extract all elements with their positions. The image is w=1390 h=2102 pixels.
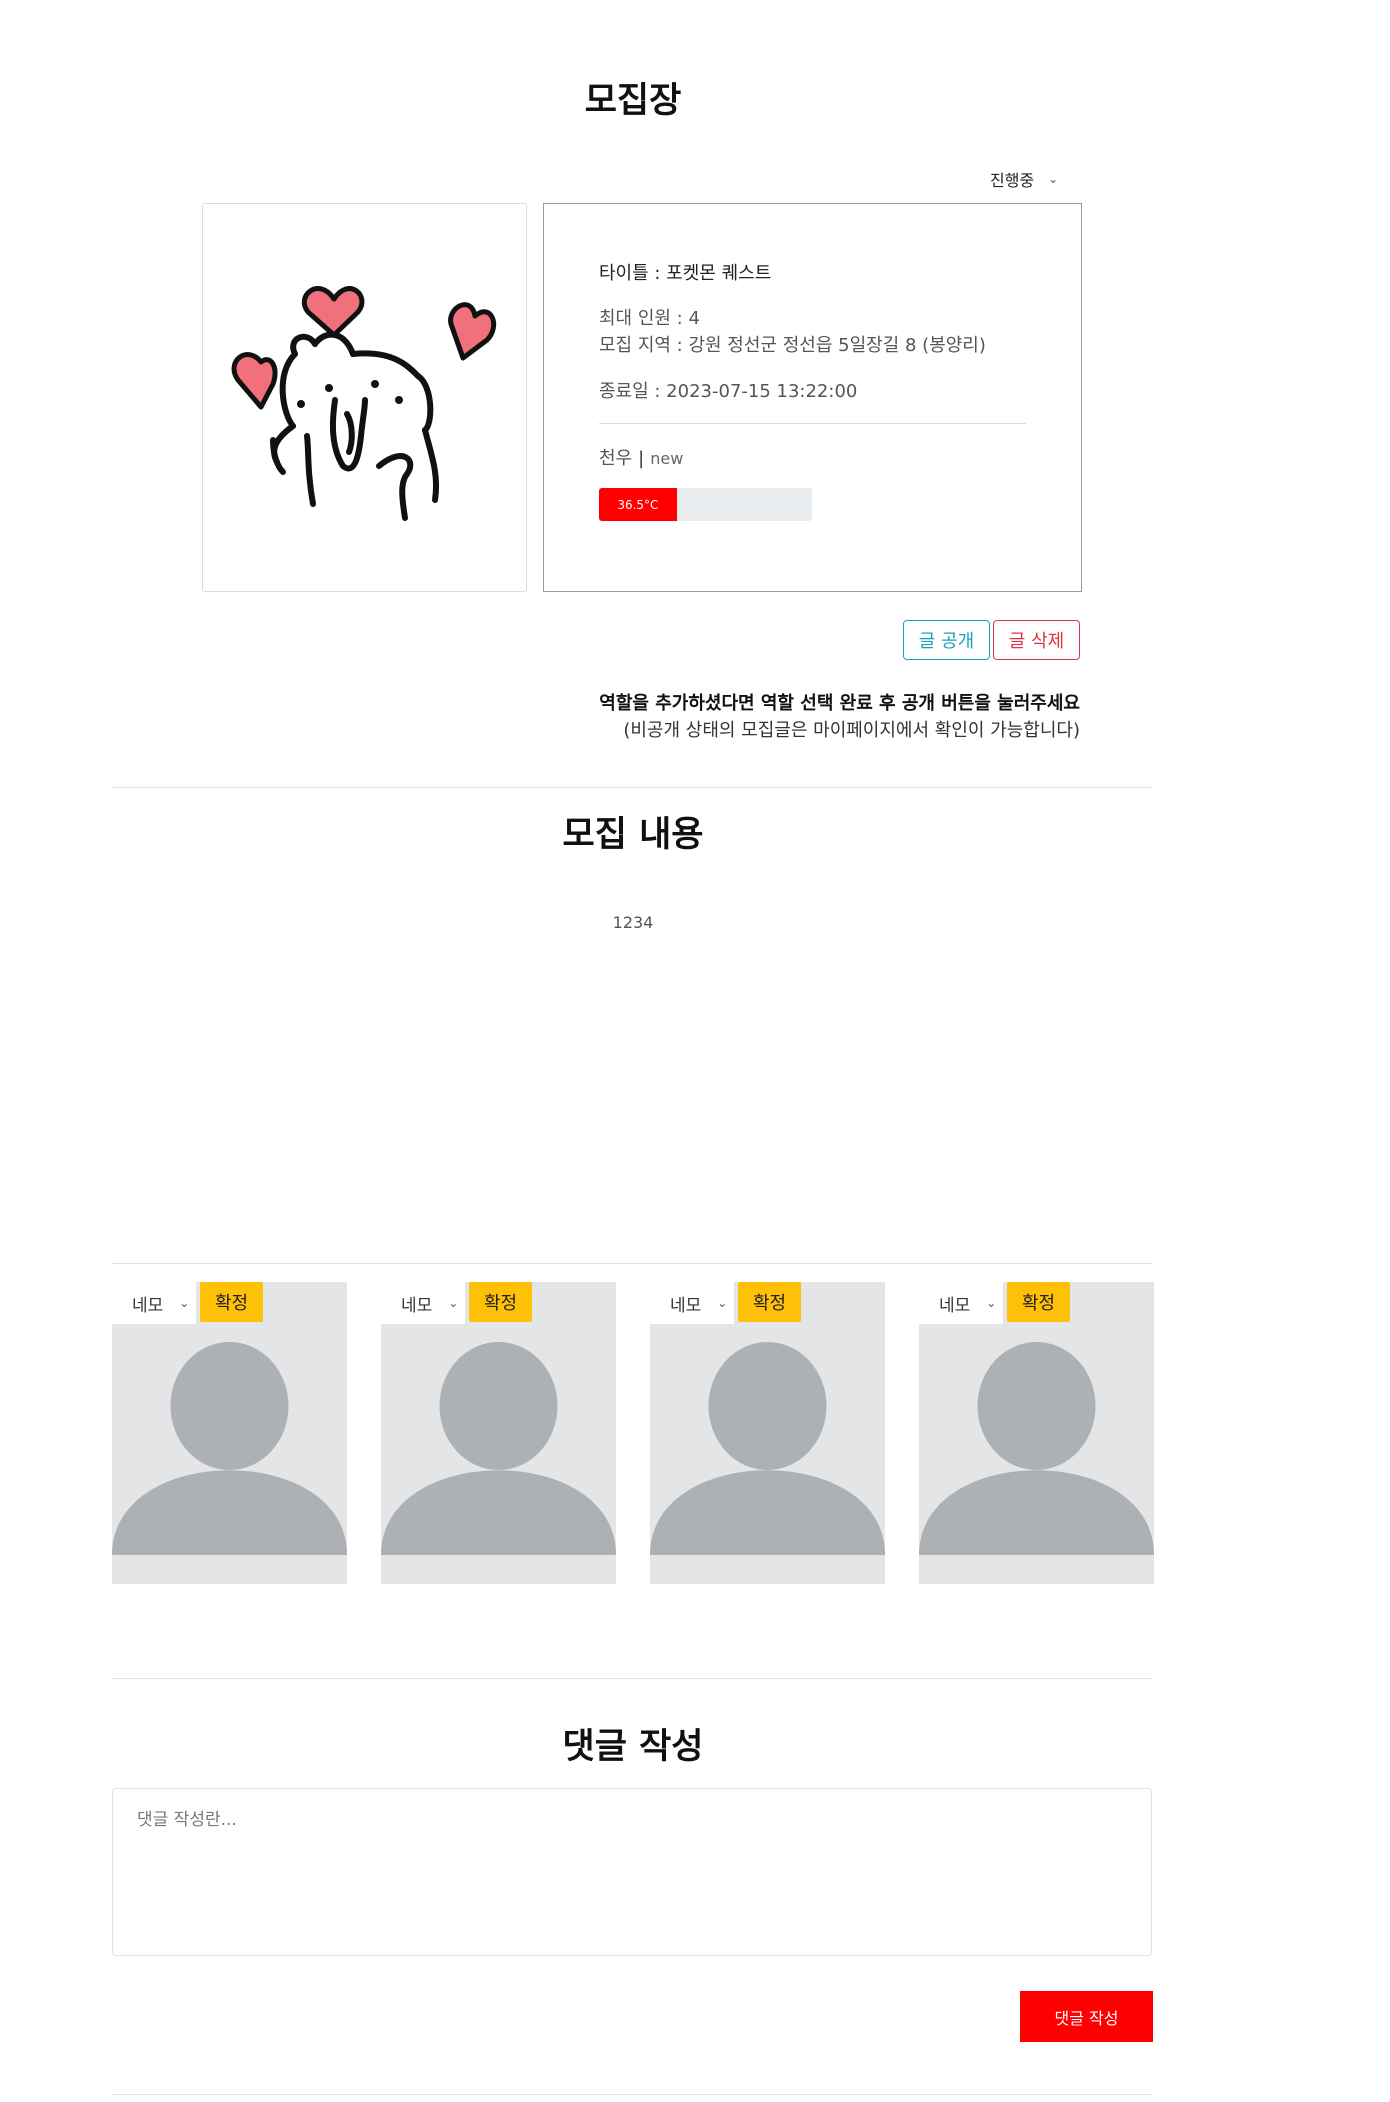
author-line: 천우 | new — [599, 444, 683, 470]
divider — [112, 2094, 1152, 2095]
role-select[interactable]: 네모 ⌄ — [650, 1282, 734, 1324]
publish-button[interactable]: 글 공개 — [903, 620, 990, 660]
page-title: 모집장 — [584, 81, 682, 121]
temperature-label: 36.5°C — [617, 497, 659, 512]
person-placeholder-icon — [381, 1342, 616, 1555]
role-select[interactable]: 네모 ⌄ — [919, 1282, 1003, 1324]
confirm-button[interactable]: 확정 — [469, 1282, 532, 1322]
person-placeholder-icon — [919, 1342, 1154, 1555]
chevron-down-icon: ⌄ — [986, 1296, 997, 1310]
chevron-down-icon: ⌄ — [1048, 172, 1059, 186]
role-select-value: 네모 — [401, 1295, 433, 1316]
recruit-region: 모집 지역 : 강원 정선군 정선읍 5일장길 8 (봉양리) — [599, 335, 986, 356]
divider — [112, 1678, 1152, 1679]
end-date: 종료일 : 2023-07-15 13:22:00 — [599, 381, 858, 402]
role-card: 네모 ⌄ 확정 — [381, 1282, 616, 1584]
person-placeholder-icon — [112, 1342, 347, 1555]
chevron-down-icon: ⌄ — [448, 1296, 459, 1310]
publish-notice: 역할을 추가하셨다면 역할 선택 완료 후 공개 버튼을 눌러주세요 — [599, 693, 1080, 714]
confirm-button[interactable]: 확정 — [738, 1282, 801, 1322]
role-card: 네모 ⌄ 확정 — [919, 1282, 1154, 1584]
max-members: 최대 인원 : 4 — [599, 308, 700, 329]
comment-submit-button[interactable]: 댓글 작성 — [1020, 1991, 1153, 2042]
post-info-card: 타이틀 : 포켓몬 퀘스트 최대 인원 : 4 모집 지역 : 강원 정선군 정… — [543, 203, 1082, 592]
role-card: 네모 ⌄ 확정 — [112, 1282, 347, 1584]
author-name: 천우 — [599, 448, 633, 469]
role-select-value: 네모 — [670, 1295, 702, 1316]
role-select[interactable]: 네모 ⌄ — [381, 1282, 465, 1324]
role-card: 네모 ⌄ 확정 — [650, 1282, 885, 1584]
author-separator: | — [638, 448, 645, 469]
chevron-down-icon: ⌄ — [717, 1296, 728, 1310]
status-select[interactable]: 진행중 ⌄ — [990, 165, 1080, 193]
divider — [112, 787, 1152, 788]
role-select-value: 네모 — [939, 1295, 971, 1316]
post-title: 타이틀 : 포켓몬 퀘스트 — [599, 263, 772, 284]
temperature-fill: 36.5°C — [599, 488, 677, 521]
confirm-button[interactable]: 확정 — [200, 1282, 263, 1322]
temperature-bar: 36.5°C — [599, 488, 812, 521]
chevron-down-icon: ⌄ — [179, 1296, 190, 1310]
content-body: 1234 — [612, 913, 654, 932]
cat-with-hearts-illustration — [231, 286, 497, 521]
role-select[interactable]: 네모 ⌄ — [112, 1282, 196, 1324]
comment-title: 댓글 작성 — [562, 1727, 704, 1767]
author-badge: new — [650, 449, 684, 468]
confirm-button[interactable]: 확정 — [1007, 1282, 1070, 1322]
person-placeholder-icon — [650, 1342, 885, 1555]
content-title: 모집 내용 — [562, 815, 704, 855]
divider — [599, 423, 1026, 424]
role-select-value: 네모 — [132, 1295, 164, 1316]
delete-button[interactable]: 글 삭제 — [993, 620, 1080, 660]
comment-input[interactable] — [112, 1788, 1152, 1956]
divider — [112, 1263, 1152, 1264]
private-notice: (비공개 상태의 모집글은 마이페이지에서 확인이 가능합니다) — [623, 720, 1080, 741]
post-image-card — [202, 203, 527, 592]
status-select-value: 진행중 — [990, 171, 1035, 190]
